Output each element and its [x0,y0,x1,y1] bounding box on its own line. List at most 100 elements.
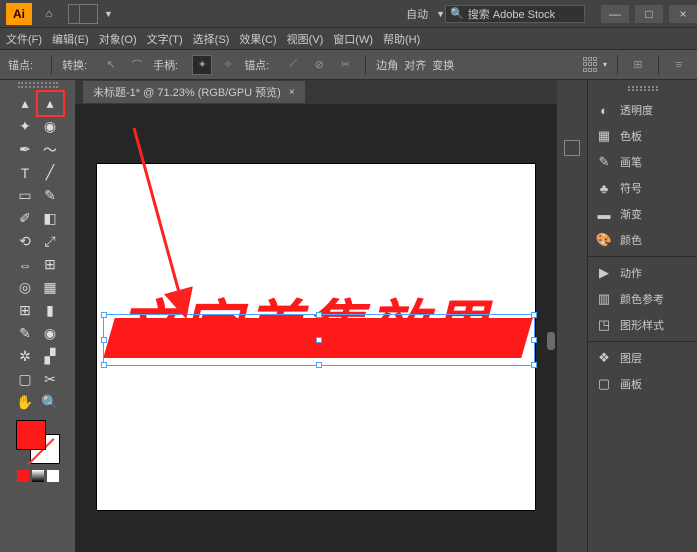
magic-wand-tool[interactable]: ✦ [13,115,38,138]
direct-selection-tool[interactable]: ▴ [38,92,63,115]
menu-edit[interactable]: 编辑(E) [52,31,89,47]
align-label[interactable]: 对齐 [404,57,426,73]
color-mode-icon[interactable] [17,470,29,482]
rotate-tool[interactable]: ⟲ [13,230,38,253]
gradient-mode-icon[interactable] [32,470,44,482]
drag-handle[interactable] [628,86,658,91]
free-transform-tool[interactable]: ⊞ [38,253,63,276]
width-tool[interactable]: ⇔ [13,253,38,276]
remove-anchor-icon[interactable]: ⟋ [283,55,303,75]
gradient-tool[interactable]: ▮ [38,299,63,322]
panel-symbols[interactable]: ♣符号 [588,175,697,201]
panel-actions[interactable]: ▶动作 [588,260,697,286]
perspective-tool[interactable]: ▦ [38,276,63,299]
shaper-tool[interactable]: ✐ [13,207,38,230]
rectangle-tool[interactable]: ▭ [13,184,38,207]
collapsed-panels [557,80,587,552]
menu-window[interactable]: 窗口(W) [333,31,373,47]
minimize-button[interactable]: — [601,5,629,23]
search-icon: 🔍 [450,7,464,20]
convert-label: 转换: [62,57,87,73]
handle-label: 手柄: [153,57,178,73]
close-button[interactable]: × [669,5,697,23]
blend-tool[interactable]: ◉ [38,322,63,345]
convert-smooth-icon[interactable]: ⌒ [127,55,147,75]
actions-icon: ▶ [596,265,612,281]
handle-show-icon[interactable]: ✦ [192,55,212,75]
corner-label[interactable]: 边角 [376,57,398,73]
panel-graphicstyles[interactable]: ◳图形样式 [588,312,697,338]
panel-brushes[interactable]: ✎画笔 [588,149,697,175]
selection-bounds [103,314,535,366]
panel-color[interactable]: 🎨颜色 [588,227,697,253]
cut-anchor-icon[interactable]: ✂ [335,55,355,75]
isolate-icon[interactable]: ⊞ [628,55,648,75]
graph-tool[interactable]: ▞ [38,345,63,368]
anchors-label: 锚点: [244,57,269,73]
home-icon[interactable]: ⌂ [38,3,60,25]
fill-swatch[interactable] [16,420,46,450]
menu-bar: 文件(F) 编辑(E) 对象(O) 文字(T) 选择(S) 效果(C) 视图(V… [0,28,697,50]
menu-type[interactable]: 文字(T) [147,31,183,47]
convert-corner-icon[interactable]: ↖ [101,55,121,75]
eraser-tool[interactable]: ◧ [38,207,63,230]
scale-tool[interactable]: ⤢ [38,230,63,253]
transform-label[interactable]: 变换 [432,57,454,73]
menu-view[interactable]: 视图(V) [287,31,324,47]
collapsed-panel-icon[interactable] [564,140,580,156]
menu-object[interactable]: 对象(O) [99,31,137,47]
graphicstyles-icon: ◳ [596,317,612,333]
eyedropper-tool[interactable]: ✎ [13,322,38,345]
chevron-down-icon[interactable]: ▼ [436,9,445,19]
maximize-button[interactable]: □ [635,5,663,23]
shape-builder-tool[interactable]: ◎ [13,276,38,299]
artwork-group[interactable]: 文字差集效果 [109,284,527,356]
panel-gradient[interactable]: ▬渐变 [588,201,697,227]
panel-transparency[interactable]: ◐透明度 [588,97,697,123]
fill-stroke-swatch[interactable] [16,420,60,464]
hand-tool[interactable]: ✋ [13,391,38,414]
search-input[interactable]: 🔍搜索 Adobe Stock [445,5,585,23]
slice-tool[interactable]: ✂ [38,368,63,391]
selection-tool[interactable]: ▴ [13,92,38,115]
layout-icon[interactable] [68,4,98,24]
control-bar: 锚点: 转换: ↖ ⌒ 手柄: ✦ ✧ 锚点: ⟋ ⊘ ✂ 边角 对齐 变换 ▾… [0,50,697,80]
menu-file[interactable]: 文件(F) [6,31,42,47]
lasso-tool[interactable]: ◉ [38,115,63,138]
handle-hide-icon[interactable]: ✧ [218,55,238,75]
drag-handle[interactable] [18,82,58,88]
pen-tool[interactable]: ✒ [13,138,38,161]
gradient-icon: ▬ [596,206,612,222]
panel-swatches[interactable]: ▦色板 [588,123,697,149]
connect-anchor-icon[interactable]: ⊘ [309,55,329,75]
menu-effect[interactable]: 效果(C) [239,31,276,47]
workspace-label[interactable]: 自动 [406,6,428,22]
panel-artboards[interactable]: ▢画板 [588,371,697,397]
symbols-icon: ♣ [596,180,612,196]
type-tool[interactable]: T [13,161,38,184]
layers-icon: ❖ [596,350,612,366]
tab-close-icon[interactable]: × [289,87,295,98]
panel-menu-icon[interactable]: ≡ [669,55,689,75]
chevron-down-icon[interactable]: ▼ [104,9,113,19]
line-tool[interactable]: ╱ [38,161,63,184]
artboard[interactable]: 文字差集效果 [97,164,535,510]
panel-layers[interactable]: ❖图层 [588,345,697,371]
panel-colorguide[interactable]: ▥颜色参考 [588,286,697,312]
menu-help[interactable]: 帮助(H) [383,31,420,47]
scrollbar-thumb[interactable] [547,332,555,350]
none-mode-icon[interactable] [47,470,59,482]
align-grid-icon[interactable] [583,57,599,73]
document-tab[interactable]: 未标题-1* @ 71.23% (RGB/GPU 预览) × [83,81,305,103]
app-logo: Ai [6,3,32,25]
symbol-sprayer-tool[interactable]: ✲ [13,345,38,368]
mesh-tool[interactable]: ⊞ [13,299,38,322]
tools-panel: ▴ ▴ ✦ ◉ ✒ 〜 T ╱ ▭ ✎ ✐ ◧ ⟲ ⤢ ⇔ ⊞ ◎ ▦ ⊞ ▮ … [0,80,75,552]
zoom-tool[interactable]: 🔍 [38,391,63,414]
colorguide-icon: ▥ [596,291,612,307]
artboard-tool[interactable]: ▢ [13,368,38,391]
curvature-tool[interactable]: 〜 [38,138,63,161]
menu-select[interactable]: 选择(S) [193,31,230,47]
tab-title: 未标题-1* @ 71.23% (RGB/GPU 预览) [93,84,281,100]
paintbrush-tool[interactable]: ✎ [38,184,63,207]
